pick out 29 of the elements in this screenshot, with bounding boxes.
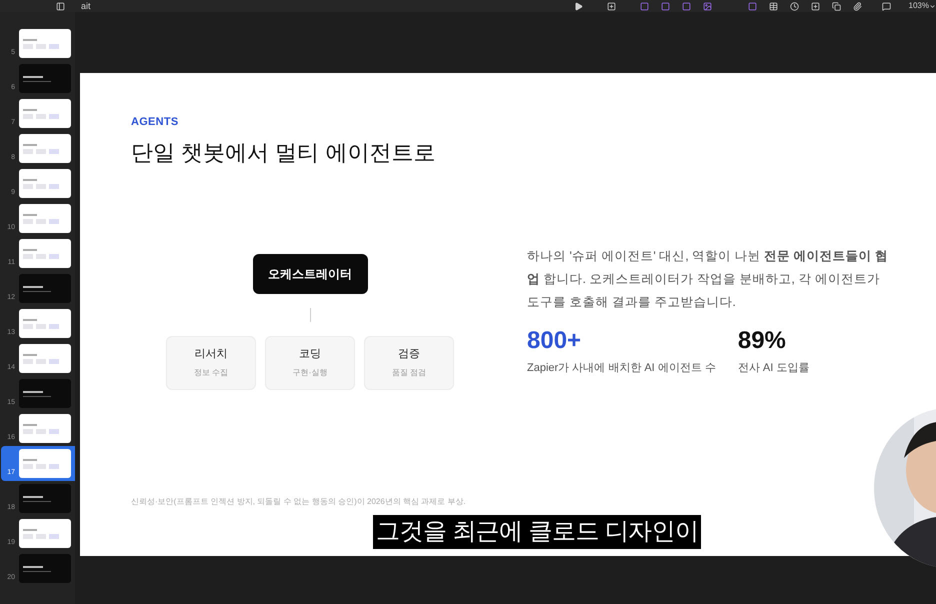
footnote: 신뢰성·보안(프롬프트 인젝션 방지, 되돌릴 수 없는 행동의 승인)이 2026년의 핵심 과제로 부상. xyxy=(131,496,467,508)
comment-icon[interactable] xyxy=(882,2,891,10)
stat-value: 800+ xyxy=(527,326,582,356)
description-paragraph: 하나의 '슈퍼 에이전트' 대신, 역할이 나뉜 전문 에이전트들이 협업 합니다. 오케스트레이터가 작업을 분배하고, 각 에이전트가 도구를 호출해 결과를 주고받습니다. xyxy=(527,248,890,310)
page-icon[interactable] xyxy=(748,2,757,10)
sidebar-toggle-icon[interactable] xyxy=(56,2,65,10)
copy-icon[interactable] xyxy=(832,2,841,10)
chevron-icon[interactable] xyxy=(929,2,936,10)
add-slide-icon[interactable] xyxy=(606,2,616,10)
play-icon[interactable] xyxy=(574,2,583,10)
slide-title: 단일 챗봇에서 멀티 에이전트로 xyxy=(131,138,436,166)
agent-role: 정보 수집 xyxy=(194,367,228,380)
stat-value: 89% xyxy=(738,326,787,356)
slide-eyebrow: AGENTS xyxy=(131,115,180,130)
agent-role: 구현·실행 xyxy=(292,367,328,380)
orchestrator-node: 오케스트레이터 xyxy=(252,254,368,294)
agent-name: 검증 xyxy=(398,346,420,362)
agent-name: 리서치 xyxy=(194,346,228,362)
stat-label: 전사 AI 도입률 xyxy=(738,360,810,376)
image-icon[interactable] xyxy=(702,2,712,10)
attach-icon[interactable] xyxy=(852,2,862,10)
clock-icon[interactable] xyxy=(790,2,799,10)
document-title: ait xyxy=(81,0,91,12)
zoom-level[interactable]: 103% xyxy=(908,0,929,12)
agent-name: 코딩 xyxy=(299,346,321,362)
table-icon[interactable] xyxy=(768,2,778,10)
agent-role: 품질 점검 xyxy=(392,367,426,380)
stat-label: Zapier가 사내에 배치한 AI 에이전트 수 xyxy=(527,360,716,376)
subtitle-caption: 그것을 최근에 클로드 디자인이 xyxy=(373,515,702,549)
